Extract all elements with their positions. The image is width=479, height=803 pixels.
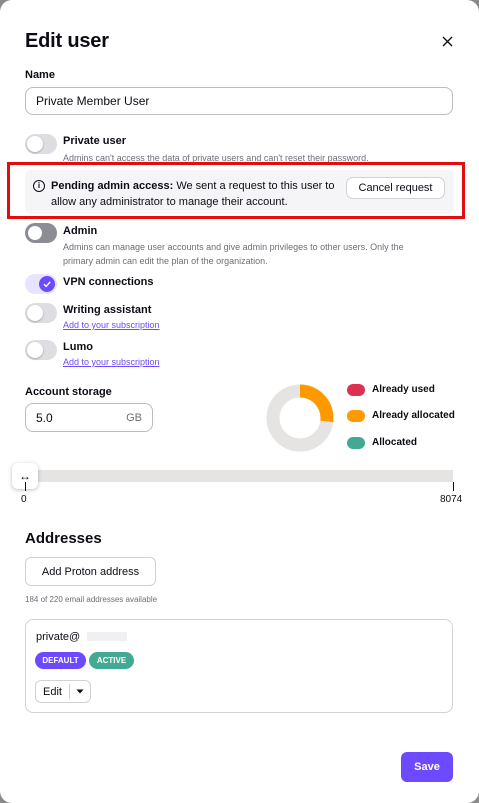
close-icon: [442, 36, 452, 46]
slider-min-tick: [25, 482, 26, 491]
legend-label: Already allocated: [372, 410, 455, 421]
legend-label: Allocated: [372, 437, 418, 448]
close-button[interactable]: [437, 31, 457, 51]
slider-max-label: 8074: [440, 494, 463, 505]
left-right-arrows-icon: ↔: [19, 469, 31, 483]
caret-down-icon: [76, 689, 84, 694]
edit-user-modal: Edit user Name Private Member User Priva…: [0, 0, 479, 803]
private-user-label: Private user: [63, 135, 126, 147]
checkmark-icon: [43, 281, 51, 288]
toggle-knob: [27, 305, 43, 321]
admin-toggle[interactable]: [25, 223, 57, 243]
address-email: private@: [36, 631, 81, 643]
edit-split-button: Edit: [35, 680, 91, 703]
lumo-label: Lumo: [63, 341, 93, 353]
redacted-domain: [87, 632, 127, 641]
admin-label: Admin: [63, 225, 98, 237]
addresses-heading: Addresses: [25, 530, 102, 547]
add-proton-address-button[interactable]: Add Proton address: [25, 557, 156, 586]
lumo-toggle[interactable]: [25, 340, 57, 360]
legend-swatch: [347, 437, 365, 449]
active-badge: ACTIVE: [89, 652, 134, 669]
storage-donut: [266, 384, 334, 452]
writing-assistant-subscription-link[interactable]: Add to your subscription: [63, 320, 160, 330]
slider-max-tick: [453, 482, 454, 491]
toggle-knob: [39, 276, 55, 292]
modal-title: Edit user: [25, 30, 109, 52]
edit-address-button[interactable]: Edit: [36, 681, 69, 702]
storage-slider-track[interactable]: [25, 470, 453, 482]
save-button[interactable]: Save: [401, 752, 453, 782]
admin-hint-line2: primary admin can edit the plan of the o…: [63, 256, 268, 266]
default-badge: DEFAULT: [35, 652, 86, 669]
slider-min-label: 0: [21, 494, 27, 505]
legend-label: Already used: [372, 384, 435, 395]
vpn-label: VPN connections: [63, 276, 154, 288]
storage-unit: GB: [126, 411, 142, 424]
storage-value: 5.0: [36, 410, 53, 425]
vpn-toggle[interactable]: [25, 274, 57, 294]
highlight-box: [7, 162, 465, 219]
account-storage-label: Account storage: [25, 386, 112, 398]
writing-assistant-toggle[interactable]: [25, 303, 57, 323]
toggle-knob: [27, 342, 43, 358]
name-label: Name: [25, 69, 55, 81]
addresses-availability: 184 of 220 email addresses available: [25, 595, 158, 604]
donut-allocated-arc: [299, 384, 334, 423]
legend-swatch: [347, 384, 365, 396]
legend-swatch: [347, 410, 365, 422]
name-input-value: Private Member User: [36, 94, 150, 108]
admin-hint-line1: Admins can manage user accounts and give…: [63, 242, 404, 252]
edit-dropdown-button[interactable]: [70, 681, 90, 702]
storage-input[interactable]: 5.0 GB: [25, 403, 153, 432]
private-user-toggle[interactable]: [25, 134, 57, 154]
writing-assistant-label: Writing assistant: [63, 304, 152, 316]
name-input[interactable]: Private Member User: [25, 87, 453, 115]
lumo-subscription-link[interactable]: Add to your subscription: [63, 357, 160, 367]
toggle-knob: [28, 226, 42, 240]
toggle-knob: [27, 136, 43, 152]
